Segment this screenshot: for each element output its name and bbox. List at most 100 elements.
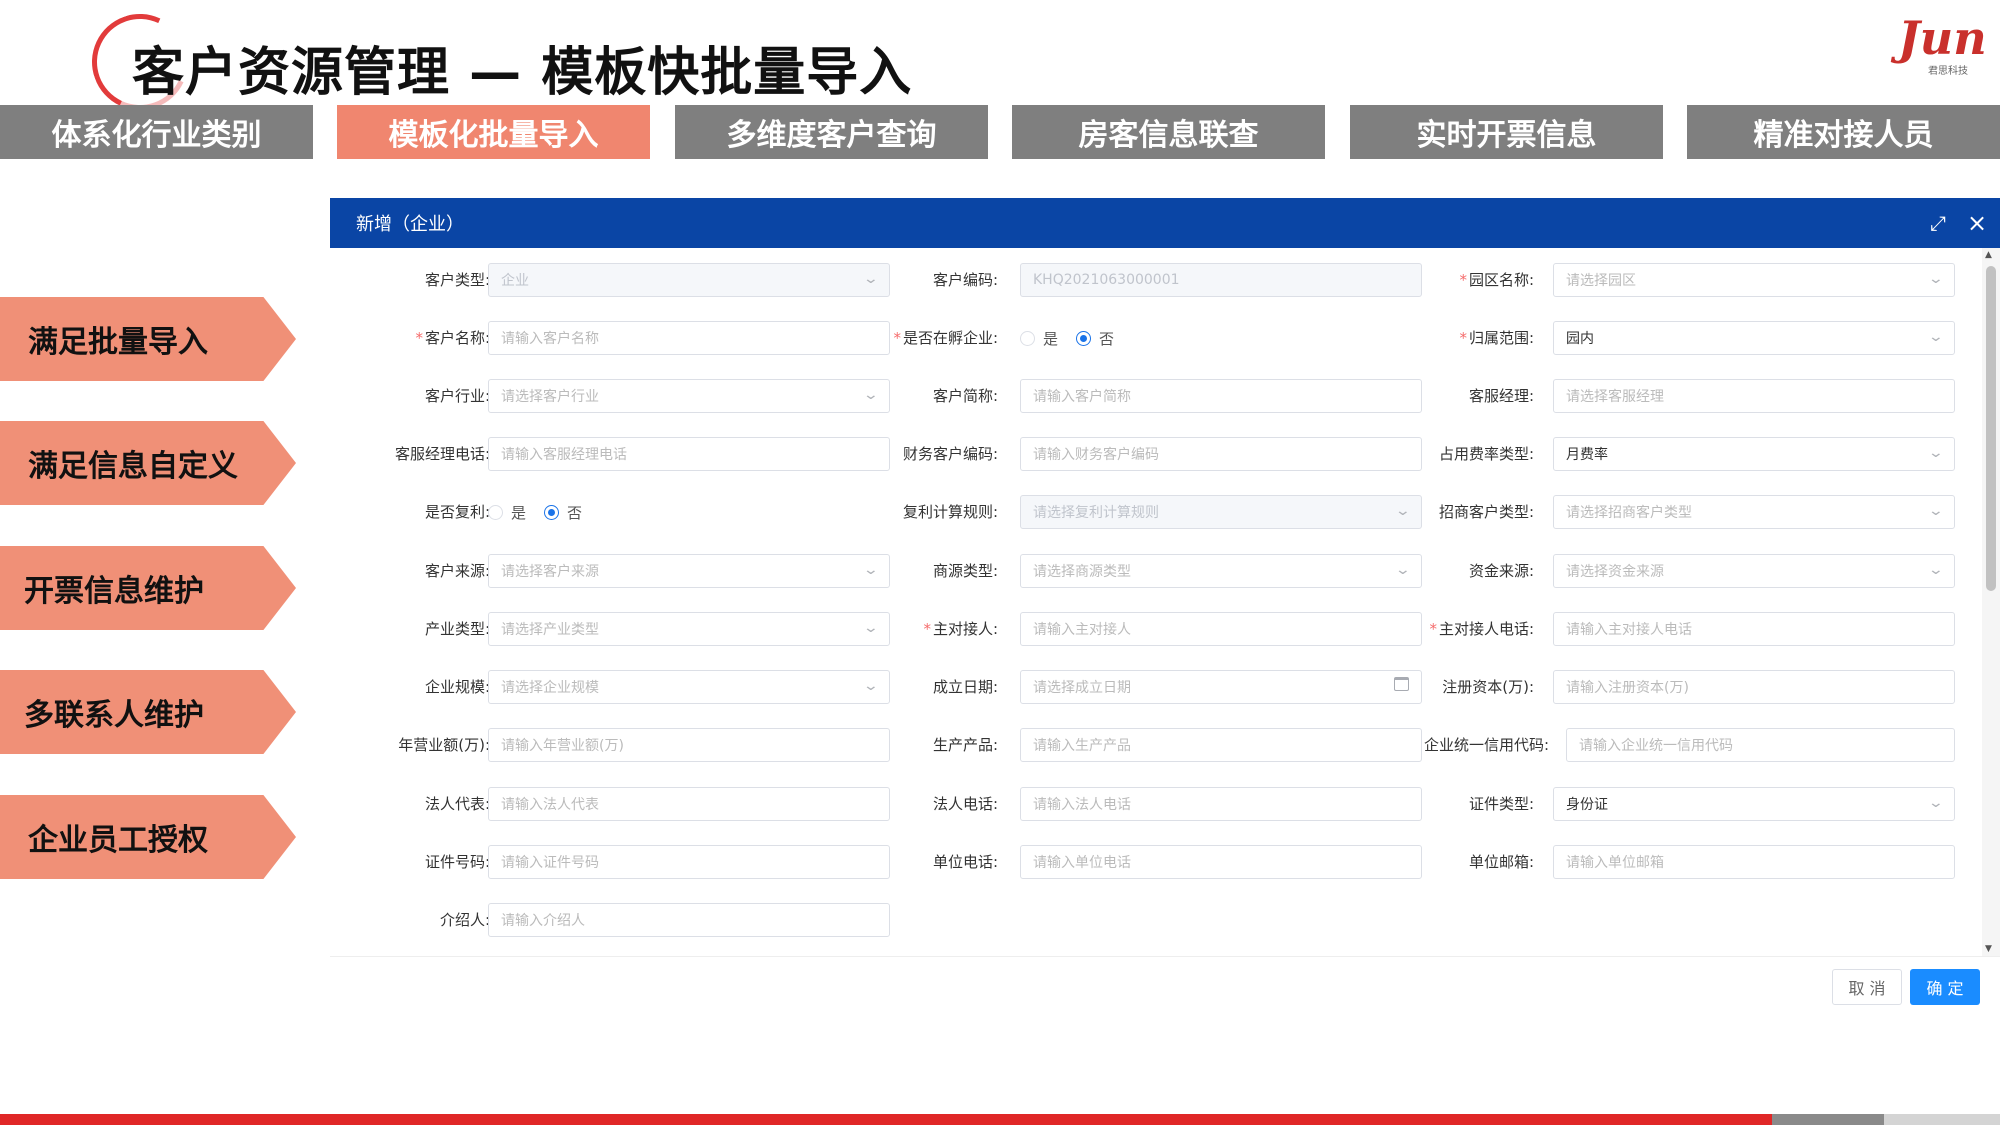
label-legal-rep: 法人代表: [424, 795, 490, 813]
revenue-input[interactable]: 请输入年营业额(万) [488, 728, 890, 762]
label-credit-code: 企业统一信用代码: [1423, 736, 1549, 754]
tab-batch-import[interactable]: 模板化批量导入 [337, 105, 650, 159]
compound-yes-radio[interactable] [488, 504, 503, 520]
compound-no-radio[interactable] [544, 504, 560, 520]
incubating-no-radio[interactable] [1076, 330, 1092, 346]
label-business-source-type: 商源类型: [932, 562, 998, 580]
incubating-yes-radio[interactable] [1020, 330, 1035, 346]
label-park-name: * 园区名称: [1459, 271, 1534, 289]
maximize-icon[interactable]: ⤢ [1923, 198, 1953, 248]
feature-arrow-custom-info: 满足信息自定义 [0, 421, 296, 505]
label-legal-phone: 法人电话: [932, 795, 998, 813]
funding-source-select[interactable]: 请选择资金来源 ⌄ [1553, 554, 1955, 588]
scroll-down-icon[interactable]: ▼ [1985, 944, 1992, 954]
company-phone-input[interactable]: 请输入单位电话 [1020, 845, 1422, 879]
credit-code-input[interactable]: 请输入企业统一信用代码 [1566, 728, 1955, 762]
label-company-phone: 单位电话: [932, 853, 998, 871]
business-source-type-placeholder: 请选择商源类型 [1033, 564, 1131, 580]
label-main-contact-phone: * 主对接人电话: [1429, 620, 1534, 638]
customer-type-select[interactable]: 企业 ⌄ [488, 263, 890, 297]
bottom-decoration-bar [0, 1114, 2000, 1125]
label-short-name: 客户简称: [932, 387, 998, 405]
scale-select[interactable]: 请选择企业规模 ⌄ [488, 670, 890, 704]
label-manager-phone: 客服经理电话: [394, 445, 490, 463]
chevron-down-icon: ⌄ [1927, 503, 1945, 519]
chevron-down-icon: ⌄ [1927, 329, 1945, 345]
form-scrollbar[interactable]: ▲ ▼ [1982, 248, 2000, 956]
main-contact-input[interactable]: 请输入主对接人 [1020, 612, 1422, 646]
founded-date-picker[interactable]: 请选择成立日期 [1020, 670, 1422, 704]
fee-rate-type-select[interactable]: 月费率 ⌄ [1553, 437, 1955, 471]
customer-code-input[interactable]: KHQ2021063000001 [1020, 263, 1422, 297]
source-select[interactable]: 请选择客户来源 ⌄ [488, 554, 890, 588]
confirm-button[interactable]: 确 定 [1910, 969, 1980, 1005]
chevron-down-icon: ⌄ [1927, 271, 1945, 287]
tab-industry-category[interactable]: 体系化行业类别 [0, 105, 313, 159]
referrer-input[interactable]: 请输入介绍人 [488, 903, 890, 937]
label-industry-type: 产业类型: [424, 620, 490, 638]
scroll-up-icon[interactable]: ▲ [1985, 250, 1992, 260]
label-service-manager: 客服经理: [1468, 387, 1534, 405]
feature-tab-bar: 体系化行业类别 模板化批量导入 多维度客户查询 房客信息联查 实时开票信息 精准… [0, 105, 2000, 159]
compound-rule-placeholder: 请选择复利计算规则 [1033, 505, 1159, 521]
bottom-bar-light [1884, 1114, 2000, 1125]
logo-word: Jun [1898, 11, 1987, 65]
label-customer-name: * 客户名称: [415, 329, 490, 347]
registered-capital-input[interactable]: 请输入注册资本(万) [1553, 670, 1955, 704]
feature-arrow-employee-auth: 企业员工授权 [0, 795, 296, 879]
tab-contact-person[interactable]: 精准对接人员 [1687, 105, 2000, 159]
main-contact-phone-input[interactable]: 请输入主对接人电话 [1553, 612, 1955, 646]
id-type-select[interactable]: 身份证 ⌄ [1553, 787, 1955, 821]
cancel-button[interactable]: 取 消 [1832, 969, 1902, 1005]
label-company-email: 单位邮箱: [1468, 853, 1534, 871]
dialog-header: 新增（企业） ⤢ × [330, 198, 2000, 248]
label-founded: 成立日期: [932, 678, 998, 696]
id-number-input[interactable]: 请输入证件号码 [488, 845, 890, 879]
label-compound-rule: 复利计算规则: [902, 503, 998, 521]
form-body: 客户类型: 企业 ⌄ 客户编码: KHQ2021063000001 * 园区名称: … [330, 248, 1982, 956]
tab-invoice-info[interactable]: 实时开票信息 [1350, 105, 1663, 159]
close-icon[interactable]: × [1962, 198, 1992, 248]
logo-subtitle: 君思科技 [1928, 66, 1968, 77]
label-products: 生产产品: [932, 736, 998, 754]
finance-code-input[interactable]: 请输入财务客户编码 [1020, 437, 1422, 471]
legal-phone-input[interactable]: 请输入法人电话 [1020, 787, 1422, 821]
source-placeholder: 请选择客户来源 [501, 564, 599, 580]
company-email-input[interactable]: 请输入单位邮箱 [1553, 845, 1955, 879]
merchant-type-select[interactable]: 请选择招商客户类型 ⌄ [1553, 495, 1955, 529]
tab-customer-query[interactable]: 多维度客户查询 [675, 105, 988, 159]
label-id-number: 证件号码: [424, 853, 490, 871]
label-funding-source: 资金来源: [1468, 562, 1534, 580]
service-manager-select[interactable]: 请选择客服经理 [1553, 379, 1955, 413]
label-compound: 是否复利: [424, 503, 490, 521]
park-name-select[interactable]: 请选择园区 ⌄ [1553, 263, 1955, 297]
add-enterprise-dialog: 新增（企业） ⤢ × 客户类型: 企业 ⌄ 客户编码: KHQ2021063000… [330, 198, 2000, 1018]
bottom-bar-red [0, 1114, 1772, 1125]
compound-rule-select[interactable]: 请选择复利计算规则 ⌄ [1020, 495, 1422, 529]
legal-rep-input[interactable]: 请输入法人代表 [488, 787, 890, 821]
industry-type-select[interactable]: 请选择产业类型 ⌄ [488, 612, 890, 646]
chevron-down-icon: ⌄ [1927, 445, 1945, 461]
products-input[interactable]: 请输入生产产品 [1020, 728, 1422, 762]
label-id-type: 证件类型: [1468, 795, 1534, 813]
bottom-bar-gray [1772, 1114, 1884, 1125]
industry-select[interactable]: 请选择客户行业 ⌄ [488, 379, 890, 413]
scroll-thumb[interactable] [1986, 266, 1996, 591]
tab-tenant-lookup[interactable]: 房客信息联查 [1012, 105, 1325, 159]
page-title: 客户资源管理 — 模板快批量导入 [132, 43, 913, 103]
label-fee-rate-type: 占用费率类型: [1438, 445, 1534, 463]
incubating-no-label: 否 [1099, 329, 1115, 348]
scope-select[interactable]: 园内 ⌄ [1553, 321, 1955, 355]
label-scale: 企业规模: [424, 678, 490, 696]
label-source: 客户来源: [424, 562, 490, 580]
customer-name-input[interactable]: 请输入客户名称 [488, 321, 890, 355]
funding-source-placeholder: 请选择资金来源 [1566, 564, 1664, 580]
company-logo: Jun 君思科技 [1898, 11, 1990, 77]
label-registered-capital: 注册资本(万): [1442, 678, 1534, 696]
manager-phone-input[interactable]: 请输入客服经理电话 [488, 437, 890, 471]
founded-placeholder: 请选择成立日期 [1033, 680, 1131, 696]
dialog-title: 新增（企业） [356, 214, 464, 235]
scope-value: 园内 [1566, 331, 1594, 347]
short-name-input[interactable]: 请输入客户简称 [1020, 379, 1422, 413]
business-source-type-select[interactable]: 请选择商源类型 ⌄ [1020, 554, 1422, 588]
